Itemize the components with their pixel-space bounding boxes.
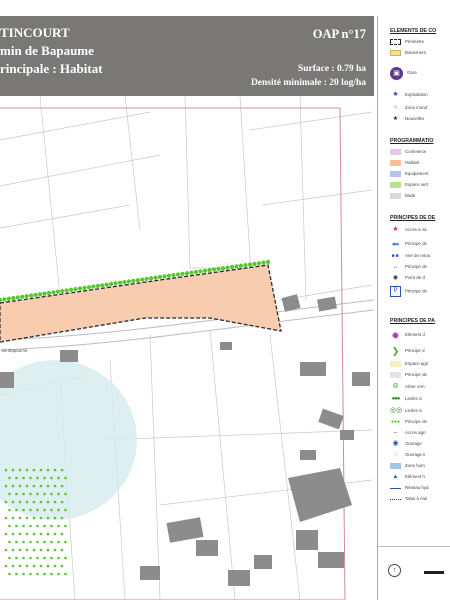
wetland-zone [0,360,137,520]
point-icon: ◉ [392,275,399,281]
legend-item-open-space: Principe de [390,371,427,379]
road-label: de Bapaume [2,348,28,353]
blue-dots-icon: ■■ [391,253,400,259]
legend-item-vehicle-access: ★ Accès à va [390,226,426,234]
surface-label: Surface : 0.79 ha [297,64,366,74]
legend-item-commerce: Commerce [390,148,426,156]
legend-item-equipment: Equipement [390,170,428,178]
legend-item-point: ◉ Point de d [390,274,425,282]
blue-circle-outline-icon: ◌ [393,451,398,458]
scale-bar [424,571,444,574]
legend-item-parking: P Principe de [390,286,427,297]
brown-double-arrow-icon: ↔ [392,264,399,270]
legend-item-road-principle: ⬅ Principe de [391,239,427,249]
parking-icon: P [390,286,401,297]
legend-item-edge-2: ◎◎ Lisière d [390,407,422,414]
small-star-icon: ★ [392,116,399,122]
legend-footer-divider [378,546,450,547]
legend-item-mixed: Mixte [390,192,416,200]
blue-star-icon: ★ [392,91,399,98]
dashed-boundary-icon [390,39,401,45]
legend-item-slope: Talus à mai [390,495,427,503]
purple-swatch-icon [390,149,401,155]
green-chevron-icon: ❯ [391,346,400,356]
legend-item-perimeter: Périmètre [390,38,424,46]
legend-item-farm: ★ Exploitation [390,91,427,99]
blue-triangle-icon: ▲ [392,474,399,480]
legend-item-works-2: ◌ Ouvrage e [390,451,425,459]
train-station-icon: ▣ [390,66,403,80]
site-vocation: rincipale : Habitat [0,61,103,76]
legend-item-heritage: ✹ Elément d [391,331,425,342]
legend-item-edge-1: ●●● Lisière d [391,396,422,402]
legend-item-flood: ≈ Zone inond [390,104,427,112]
double-ring-icon: ◎◎ [390,407,403,414]
density-label: Densité minimale : 20 log/ha [250,78,366,88]
blue-line-icon [390,487,401,489]
legend-item-habitat: Habitat [390,159,419,167]
red-star-icon: ★ [392,226,399,233]
legend-panel: ELEMENTS DE CO Périmètre Boisement ▣ Gare… [377,16,450,600]
site-name: min de Bapaume [0,43,94,58]
green-swatch-icon [390,182,401,188]
blue-circle-icon: ◉ [392,440,399,447]
legend-item-agri-access: ⇔ Accès agri [390,429,426,437]
habitat-zone[interactable] [0,264,282,343]
legend-item-works-1: ◉ Ouvrage [390,440,421,448]
legend-heading-landscape: PRINCIPES DE PA [390,318,435,324]
legend-item-new: ★ Nouvelles [390,115,424,123]
brown-arrows-icon: ⇔ [392,430,399,436]
north-arrow-icon: ↑ [388,564,401,577]
green-dots-icon: ●●● [390,419,401,425]
legend-item-agri-space: Espace agri [390,360,428,368]
orange-swatch-icon [390,160,401,166]
legend-item-station: ▣ Gare [390,66,417,80]
grey-swatch-icon [390,193,401,199]
flood-zone-icon: ≈ [393,104,398,111]
blue-swatch-icon [390,171,401,177]
purple-flower-icon: ✹ [391,331,400,342]
blue-arrow-icon: ⬅ [391,239,400,249]
legend-item-tree: ⦾ Arbre rem [390,383,425,391]
light-grey-swatch-icon [390,372,401,378]
legend-item-soft-link: ↔ Principe de [390,263,427,271]
commune-name: TINCOURT [0,25,70,40]
light-yellow-swatch-icon [390,361,401,367]
yellow-square-icon [390,50,401,56]
green-ring-icon: ⦾ [392,383,399,390]
legend-item-hydro-element: ▲ Elément h [390,473,425,481]
legend-item-hydro-network: Réseau hyd [390,484,428,492]
legend-item-wetland: Zone hum [390,462,425,470]
dotted-line-icon [390,498,401,500]
legend-item-view: ❯ Principe d [391,346,425,356]
green-hedge-icon: ●●● [391,396,401,402]
legend-item-woodland: Boisement [390,49,426,57]
legend-item-turnaround: ■■ Aire de retou [391,253,431,259]
legend-heading-programming: PROGRAMMATIO [390,138,434,144]
oap-number: OAP n°17 [312,27,366,41]
legend-heading-access: PRINCIPES DE DE [390,215,436,221]
light-blue-swatch-icon [390,463,401,469]
map-panel[interactable]: de Bapaume TINCOURT min de Bapaume rinci… [0,0,374,600]
legend-item-hedge: ●●● Principe de [390,419,427,425]
legend-item-green-space: Espace vert [390,181,428,189]
legend-heading-context: ELEMENTS DE CO [390,28,437,34]
title-bar: TINCOURT min de Bapaume rincipale : Habi… [0,16,374,96]
